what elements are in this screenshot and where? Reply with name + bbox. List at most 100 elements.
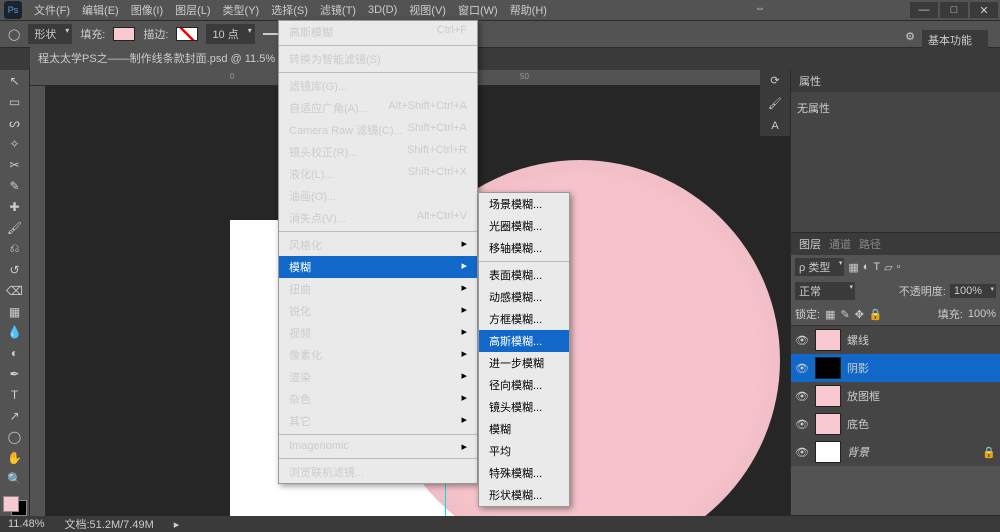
filter-menu-item[interactable]: Imagenomic bbox=[279, 437, 477, 456]
menu-file[interactable]: 文件(F) bbox=[28, 0, 76, 20]
menu-image[interactable]: 图像(I) bbox=[125, 0, 169, 20]
filter-menu-item[interactable]: 消失点(V)...Alt+Ctrl+V bbox=[279, 207, 477, 229]
blur-menu-item[interactable]: 动感模糊... bbox=[479, 286, 569, 308]
filter-menu-item[interactable]: 镜头校正(R)...Shift+Ctrl+R bbox=[279, 141, 477, 163]
filter-adjust-icon[interactable]: ◐ bbox=[863, 261, 870, 273]
history-brush-icon[interactable]: ↺ bbox=[5, 262, 25, 277]
stroke-width-select[interactable]: 10 点 bbox=[206, 24, 254, 44]
visibility-icon[interactable]: 👁 bbox=[795, 418, 809, 431]
blur-tool-icon[interactable]: 💧 bbox=[5, 325, 25, 340]
filter-menu-item[interactable]: 模糊 bbox=[279, 256, 477, 278]
foreground-color[interactable] bbox=[3, 496, 19, 512]
filter-menu-item[interactable]: 滤镜库(G)... bbox=[279, 75, 477, 97]
minimize-button[interactable]: — bbox=[910, 2, 938, 18]
channels-tab[interactable]: 通道 bbox=[829, 236, 851, 252]
filter-pixel-icon[interactable]: ▦ bbox=[848, 261, 858, 274]
layer-name[interactable]: 放图框 bbox=[847, 388, 880, 404]
filter-menu-item[interactable]: 锐化 bbox=[279, 300, 477, 322]
layer-kind-select[interactable]: ρ 类型 bbox=[795, 258, 844, 276]
zoom-level[interactable]: 11.48% bbox=[8, 518, 45, 530]
filter-menu-item[interactable]: 高斯模糊Ctrl+F bbox=[279, 21, 477, 43]
filter-menu-item[interactable]: 杂色 bbox=[279, 388, 477, 410]
menu-help[interactable]: 帮助(H) bbox=[504, 0, 553, 20]
filter-menu-item[interactable]: 油画(O)... bbox=[279, 185, 477, 207]
blur-menu-item[interactable]: 高斯模糊... bbox=[479, 330, 569, 352]
blur-menu-item[interactable]: 形状模糊... bbox=[479, 484, 569, 506]
menu-view[interactable]: 视图(V) bbox=[403, 0, 452, 20]
blur-menu-item[interactable]: 场景模糊... bbox=[479, 193, 569, 215]
gear-icon[interactable]: ⚙ bbox=[905, 30, 915, 43]
heal-tool-icon[interactable]: ✚ bbox=[5, 199, 25, 214]
eyedropper-tool-icon[interactable]: ✎ bbox=[5, 179, 25, 194]
gradient-tool-icon[interactable]: ▦ bbox=[5, 304, 25, 319]
blur-menu-item[interactable]: 表面模糊... bbox=[479, 264, 569, 286]
filter-shape-icon[interactable]: ▱ bbox=[884, 261, 892, 274]
layer-row[interactable]: 👁 背景 🔒 bbox=[791, 438, 1000, 466]
layer-name[interactable]: 螺线 bbox=[847, 332, 869, 348]
layer-name[interactable]: 背景 bbox=[847, 444, 869, 460]
lock-trans-icon[interactable]: ▦ bbox=[825, 308, 835, 321]
close-button[interactable]: ✕ bbox=[970, 2, 998, 18]
workspace-select[interactable]: 基本功能 bbox=[922, 30, 988, 50]
blur-menu-item[interactable]: 镜头模糊... bbox=[479, 396, 569, 418]
filter-menu-item[interactable]: Camera Raw 滤镜(C)...Shift+Ctrl+A bbox=[279, 119, 477, 141]
paths-tab[interactable]: 路径 bbox=[859, 236, 881, 252]
visibility-icon[interactable]: 👁 bbox=[795, 390, 809, 403]
filter-menu-item[interactable]: 像素化 bbox=[279, 344, 477, 366]
blur-menu-item[interactable]: 模糊 bbox=[479, 418, 569, 440]
filter-menu-item[interactable]: 浏览联机滤镜... bbox=[279, 461, 477, 483]
stroke-swatch[interactable] bbox=[176, 27, 198, 41]
lock-all-icon[interactable]: 🔒 bbox=[869, 308, 883, 321]
menu-layer[interactable]: 图层(L) bbox=[169, 0, 216, 20]
lock-pos-icon[interactable]: ✥ bbox=[855, 308, 864, 321]
blur-menu-item[interactable]: 特殊模糊... bbox=[479, 462, 569, 484]
blur-menu-item[interactable]: 移轴模糊... bbox=[479, 237, 569, 259]
chevron-right-icon[interactable]: ▸ bbox=[174, 518, 180, 531]
eraser-tool-icon[interactable]: ⌫ bbox=[5, 283, 25, 298]
menu-window[interactable]: 窗口(W) bbox=[452, 0, 504, 20]
lock-pixel-icon[interactable]: ✎ bbox=[840, 308, 849, 321]
filter-menu-item[interactable]: 其它 bbox=[279, 410, 477, 432]
filter-smart-icon[interactable]: ▫ bbox=[897, 261, 901, 273]
properties-panel-header[interactable]: 属性 bbox=[791, 70, 1000, 92]
crop-tool-icon[interactable]: ✂ bbox=[5, 158, 25, 173]
properties-tab[interactable]: 属性 bbox=[799, 73, 821, 89]
opacity-value[interactable]: 100% bbox=[950, 284, 996, 298]
hand-tool-icon[interactable]: ✋ bbox=[5, 450, 25, 465]
color-swatches[interactable] bbox=[3, 496, 27, 516]
filter-menu-item[interactable]: 视频 bbox=[279, 322, 477, 344]
layers-tab[interactable]: 图层 bbox=[799, 236, 821, 252]
blur-menu-item[interactable]: 径向模糊... bbox=[479, 374, 569, 396]
path-tool-icon[interactable]: ↗ bbox=[5, 409, 25, 424]
layer-name[interactable]: 阴影 bbox=[847, 360, 869, 376]
ellipse-tool-icon[interactable]: ◯ bbox=[8, 28, 20, 41]
filter-menu-item[interactable]: 转换为智能滤镜(S) bbox=[279, 48, 477, 70]
visibility-icon[interactable]: 👁 bbox=[795, 334, 809, 347]
blur-menu-item[interactable]: 方框模糊... bbox=[479, 308, 569, 330]
layer-thumb[interactable] bbox=[815, 385, 841, 407]
layer-row[interactable]: 👁 放图框 bbox=[791, 382, 1000, 410]
move-tool-icon[interactable]: ↖ bbox=[5, 74, 25, 89]
lasso-tool-icon[interactable]: ᔕ bbox=[5, 116, 25, 131]
menu-type[interactable]: 类型(Y) bbox=[217, 0, 266, 20]
filter-type-icon[interactable]: T bbox=[873, 261, 880, 273]
fill-value[interactable]: 100% bbox=[968, 308, 996, 320]
brush-panel-icon[interactable]: 🖌 bbox=[768, 97, 782, 110]
filter-menu-item[interactable]: 渲染 bbox=[279, 366, 477, 388]
zoom-tool-icon[interactable]: 🔍 bbox=[5, 471, 25, 486]
filter-menu-item[interactable]: 扭曲 bbox=[279, 278, 477, 300]
layer-thumb[interactable] bbox=[815, 329, 841, 351]
brush-tool-icon[interactable]: 🖌 bbox=[5, 220, 25, 235]
filter-menu-item[interactable]: 液化(L)...Shift+Ctrl+X bbox=[279, 163, 477, 185]
layer-row[interactable]: 👁 螺线 bbox=[791, 326, 1000, 354]
menu-select[interactable]: 选择(S) bbox=[265, 0, 314, 20]
menu-edit[interactable]: 编辑(E) bbox=[76, 0, 125, 20]
menu-3d[interactable]: 3D(D) bbox=[362, 2, 403, 18]
history-panel-icon[interactable]: ⟳ bbox=[770, 74, 779, 87]
visibility-icon[interactable]: 👁 bbox=[795, 362, 809, 375]
layer-row[interactable]: 👁 底色 bbox=[791, 410, 1000, 438]
char-panel-icon[interactable]: A bbox=[771, 120, 778, 132]
marquee-tool-icon[interactable]: ▭ bbox=[5, 95, 25, 110]
filter-menu-item[interactable]: 自适应广角(A)...Alt+Shift+Ctrl+A bbox=[279, 97, 477, 119]
blur-menu-item[interactable]: 平均 bbox=[479, 440, 569, 462]
